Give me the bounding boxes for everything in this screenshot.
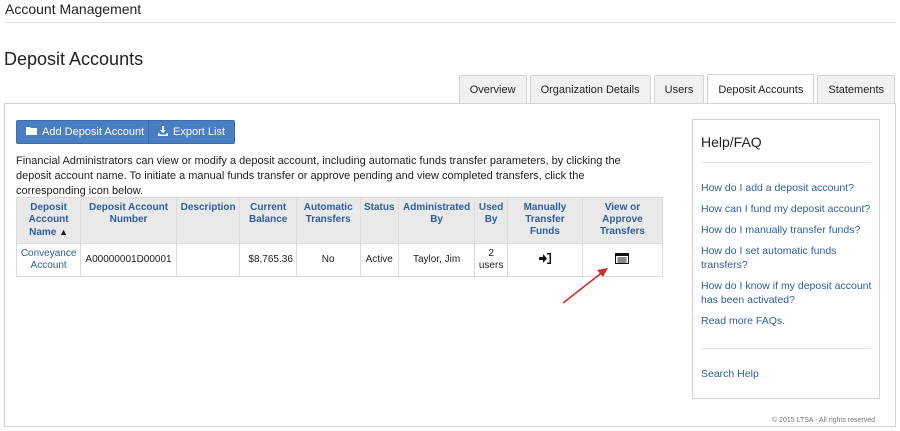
annotation-arrow: [562, 268, 608, 304]
